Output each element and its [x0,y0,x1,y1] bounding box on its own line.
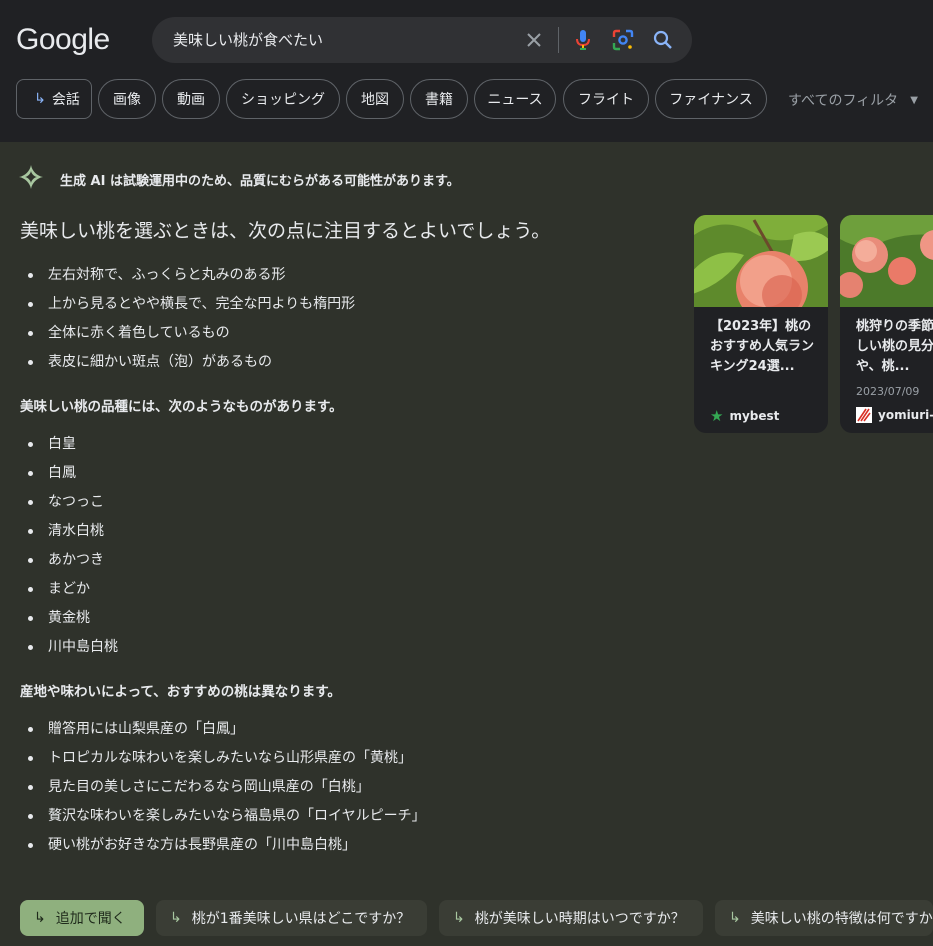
close-icon[interactable] [521,27,547,53]
reply-arrow-icon: ↳ [34,91,46,107]
followup-suggestions: ↳ 追加で聞く ↳ 桃が1番美味しい県はどこですか？ ↳ 桃が美味しい時期はいつですか… [20,900,933,936]
reply-arrow-icon: ↳ [453,910,465,926]
suggestion-chip[interactable]: ↳ 美味しい桃の特徴は何ですか？ [715,900,933,936]
all-filters-button[interactable]: すべてのフィルタ ▼ [788,90,918,110]
list-item: 硬い桃がお好きな方は長野県産の「川中島白桃」 [28,835,426,864]
search-box[interactable]: 美味しい桃が食べたい [152,17,692,63]
list-item: 全体に赤く着色しているもの [28,323,355,352]
peach-orchard-thumbnail [840,215,933,307]
chip-news[interactable]: ニュース [474,79,556,119]
chip-videos[interactable]: 動画 [162,79,220,119]
chip-flights[interactable]: フライト [563,79,649,119]
chip-shopping[interactable]: ショッピング [226,79,340,119]
source-card-yomiuri[interactable]: 桃狩りの季節！おいしい桃の見分け方や、桃... 2023/07/09 yomiu… [840,215,933,433]
source-card-mybest[interactable]: 【2023年】桃のおすすめ人気ランキング24選... ★ mybest [694,215,828,433]
sparkle-icon [18,164,44,194]
search-input[interactable]: 美味しい桃が食べたい [173,29,323,50]
regions-heading: 産地や味わいによって、おすすめの桃は異なります。 [20,684,341,700]
varieties-list: 白皇 白鳳 なつっこ 清水白桃 あかつき まどか 黄金桃 川中島白桃 [28,434,118,666]
top-bar: Google 美味しい桃が食べたい ↳ 会話 画像 動画 ショッピング 地図 書… [0,0,933,142]
list-item: なつっこ [28,492,118,521]
reply-arrow-icon: ↳ [34,910,46,926]
ai-notice: 生成 AI は試験運用中のため、品質にむらがある可能性があります。 [18,165,460,193]
list-item: まどか [28,579,118,608]
suggestion-chip[interactable]: ↳ 桃が1番美味しい県はどこですか？ [156,900,427,936]
list-item: 表皮に細かい斑点（泡）があるもの [28,352,355,381]
reply-arrow-icon: ↳ [170,910,182,926]
varieties-heading: 美味しい桃の品種には、次のようなものがあります。 [20,399,343,415]
list-item: 贅沢な味わいを楽しみたいなら福島県の「ロイヤルピーチ」 [28,806,426,835]
caret-down-icon: ▼ [910,94,918,106]
card-source: yomiuri-ryokou [856,407,933,423]
list-item: 黄金桃 [28,608,118,637]
ask-followup-button[interactable]: ↳ 追加で聞く [20,900,144,936]
regions-list: 贈答用には山梨県産の「白鳳」 トロピカルな味わいを楽しみたいなら山形県産の「黄桃… [28,719,426,864]
lens-icon[interactable] [610,27,636,53]
chip-books[interactable]: 書籍 [410,79,468,119]
ai-notice-text: 生成 AI は試験運用中のため、品質にむらがある可能性があります。 [60,173,460,189]
chip-images[interactable]: 画像 [98,79,156,119]
search-icon[interactable] [650,27,676,53]
chip-conversation[interactable]: ↳ 会話 [16,79,92,119]
list-item: 左右対称で、ふっくらと丸みのある形 [28,265,355,294]
search-divider [558,27,559,53]
card-title: 桃狩りの季節！おいしい桃の見分け方や、桃... [856,319,933,374]
list-item: 贈答用には山梨県産の「白鳳」 [28,719,426,748]
list-item: 見た目の美しさにこだわるなら岡山県産の「白桃」 [28,777,426,806]
list-item: 川中島白桃 [28,637,118,666]
reply-arrow-icon: ↳ [729,910,741,926]
selection-points-list: 左右対称で、ふっくらと丸みのある形 上から見るとやや横長で、完全な円よりも楕円形… [28,265,355,381]
list-item: トロピカルな味わいを楽しみたいなら山形県産の「黄桃」 [28,748,426,777]
google-logo[interactable]: Google [16,23,110,57]
list-item: あかつき [28,550,118,579]
star-icon: ★ [710,407,724,425]
card-source: ★ mybest [710,407,780,425]
list-item: 白皇 [28,434,118,463]
list-item: 白鳳 [28,463,118,492]
card-date: 2023/07/09 [856,385,920,398]
chip-finance[interactable]: ファイナンス [655,79,767,119]
yomiuri-logo-icon [856,407,872,423]
peach-thumbnail [694,215,828,307]
list-item: 清水白桃 [28,521,118,550]
card-title: 【2023年】桃のおすすめ人気ランキング24選... [710,319,815,374]
suggestion-chip[interactable]: ↳ 桃が美味しい時期はいつですか？ [439,900,703,936]
list-item: 上から見るとやや横長で、完全な円よりも楕円形 [28,294,355,323]
ai-answer-heading: 美味しい桃を選ぶときは、次の点に注目するとよいでしょう。 [20,220,551,242]
microphone-icon[interactable] [570,27,596,53]
chip-maps[interactable]: 地図 [346,79,404,119]
